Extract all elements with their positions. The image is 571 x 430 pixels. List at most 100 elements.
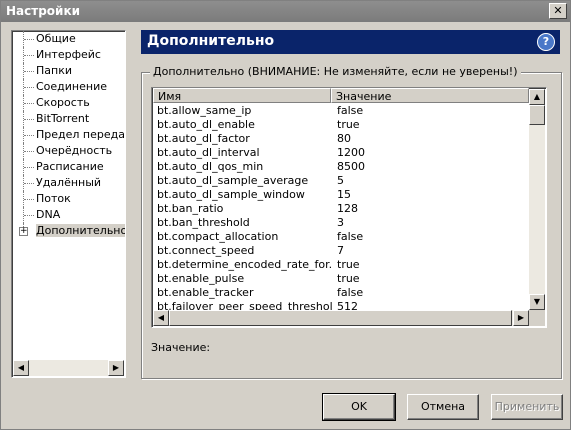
table-row[interactable]: bt.auto_dl_qos_min 8500 bbox=[154, 160, 528, 174]
expand-icon[interactable]: + bbox=[19, 227, 28, 236]
sidebar-item-label: Интерфейс bbox=[36, 48, 101, 61]
setting-name: bt.auto_dl_factor bbox=[157, 132, 250, 145]
setting-value: 7 bbox=[337, 244, 344, 257]
scroll-left-icon[interactable]: ◀ bbox=[13, 360, 29, 376]
setting-name: bt.auto_dl_qos_min bbox=[157, 160, 264, 173]
sidebar-item[interactable]: + Дополнительно bbox=[12, 223, 125, 239]
scroll-right-icon[interactable]: ▶ bbox=[108, 360, 124, 376]
sidebar-item-label: Очерёдность bbox=[36, 144, 113, 157]
setting-value: 1200 bbox=[337, 146, 365, 159]
tree-items: Общие Интерфейс Папки Соединение Скорость Bit… bbox=[12, 31, 125, 359]
scroll-up-icon[interactable]: ▲ bbox=[529, 89, 545, 105]
sidebar-item[interactable]: Поток bbox=[12, 191, 125, 207]
tree-connector bbox=[24, 55, 34, 56]
setting-value: true bbox=[337, 258, 360, 271]
setting-name: bt.auto_dl_sample_average bbox=[157, 174, 309, 187]
column-header-value[interactable]: Значение bbox=[331, 88, 529, 103]
window-title: Настройки bbox=[6, 4, 81, 18]
tree-connector bbox=[24, 39, 34, 40]
sidebar-item[interactable]: BitTorrent bbox=[12, 111, 125, 127]
tree-connector bbox=[24, 87, 34, 88]
setting-name: bt.auto_dl_enable bbox=[157, 118, 255, 131]
table-row[interactable]: bt.auto_dl_interval 1200 bbox=[154, 146, 528, 160]
setting-name: bt.connect_speed bbox=[157, 244, 255, 257]
setting-value: true bbox=[337, 118, 360, 131]
setting-name: bt.ban_threshold bbox=[157, 216, 250, 229]
scroll-left-icon[interactable]: ◀ bbox=[153, 310, 169, 326]
table-horizontal-scrollbar[interactable]: ◀ ▶ bbox=[153, 310, 529, 326]
tree-connector bbox=[24, 119, 34, 120]
category-tree[interactable]: Общие Интерфейс Папки Соединение Скорость Bit… bbox=[11, 30, 126, 378]
page-header: Дополнительно ? bbox=[141, 30, 560, 54]
setting-name: bt.enable_pulse bbox=[157, 272, 245, 285]
tree-connector bbox=[24, 199, 34, 200]
tree-connector bbox=[24, 183, 34, 184]
setting-name: bt.auto_dl_interval bbox=[157, 146, 260, 159]
tree-connector bbox=[24, 167, 34, 168]
table-row[interactable]: bt.determine_encoded_rate_for... true bbox=[154, 258, 528, 272]
cancel-button[interactable]: Отмена bbox=[407, 394, 479, 420]
tree-connector bbox=[24, 135, 34, 136]
table-row[interactable]: bt.enable_pulse true bbox=[154, 272, 528, 286]
sidebar-item[interactable]: DNA bbox=[12, 207, 125, 223]
sidebar-item-label: Удалённый bbox=[36, 176, 102, 189]
tree-horizontal-scrollbar[interactable]: ◀ ▶ bbox=[13, 360, 124, 376]
table-row[interactable]: bt.auto_dl_factor 80 bbox=[154, 132, 528, 146]
tree-connector bbox=[24, 103, 34, 104]
scroll-right-icon[interactable]: ▶ bbox=[513, 310, 529, 326]
setting-value: 80 bbox=[337, 132, 351, 145]
sidebar-item-label: Папки bbox=[36, 64, 72, 77]
sidebar-item-label: Общие bbox=[36, 32, 76, 45]
scroll-down-icon[interactable]: ▼ bbox=[529, 294, 545, 310]
setting-name: bt.ban_ratio bbox=[157, 202, 224, 215]
apply-button[interactable]: Применить bbox=[491, 394, 563, 420]
group-title: Дополнительно (ВНИМАНИЕ: Не изменяйте, е… bbox=[150, 65, 521, 78]
table-row[interactable]: bt.auto_dl_sample_window 15 bbox=[154, 188, 528, 202]
title-bar: Настройки ✕ bbox=[1, 1, 570, 22]
table-row[interactable]: bt.auto_dl_enable true bbox=[154, 118, 528, 132]
page-title: Дополнительно bbox=[147, 33, 275, 49]
ok-button[interactable]: OK bbox=[322, 393, 396, 421]
table-row[interactable]: bt.compact_allocation false bbox=[154, 230, 528, 244]
table-row[interactable]: bt.ban_ratio 128 bbox=[154, 202, 528, 216]
sidebar-item[interactable]: Соединение bbox=[12, 79, 125, 95]
sidebar-item[interactable]: Предел передачи bbox=[12, 127, 125, 143]
table-row[interactable]: bt.auto_dl_sample_average 5 bbox=[154, 174, 528, 188]
tree-connector bbox=[24, 215, 34, 216]
sidebar-item-label: BitTorrent bbox=[36, 112, 90, 125]
setting-value: 8500 bbox=[337, 160, 365, 173]
sidebar-item[interactable]: Удалённый bbox=[12, 175, 125, 191]
help-icon[interactable]: ? bbox=[537, 33, 555, 51]
table-row[interactable]: bt.enable_tracker false bbox=[154, 286, 528, 300]
sidebar-item[interactable]: Папки bbox=[12, 63, 125, 79]
setting-value: 15 bbox=[337, 188, 351, 201]
close-icon[interactable]: ✕ bbox=[549, 3, 567, 19]
table-row[interactable]: bt.connect_speed 7 bbox=[154, 244, 528, 258]
table-row[interactable]: bt.allow_same_ip false bbox=[154, 104, 528, 118]
vertical-scroll-thumb[interactable] bbox=[529, 105, 545, 125]
table-row[interactable]: bt.ban_threshold 3 bbox=[154, 216, 528, 230]
sidebar-item[interactable]: Расписание bbox=[12, 159, 125, 175]
sidebar-item-label: Скорость bbox=[36, 96, 90, 109]
sidebar-item[interactable]: Интерфейс bbox=[12, 47, 125, 63]
sidebar-item[interactable]: Очерёдность bbox=[12, 143, 125, 159]
sidebar-item[interactable]: Общие bbox=[12, 31, 125, 47]
setting-name: bt.allow_same_ip bbox=[157, 104, 252, 117]
setting-name: bt.determine_encoded_rate_for... bbox=[157, 258, 332, 271]
table-vertical-scrollbar[interactable]: ▲ ▼ bbox=[529, 89, 545, 310]
setting-value: 5 bbox=[337, 174, 344, 187]
sidebar-item-label: Соединение bbox=[36, 80, 108, 93]
sidebar-item-label: Расписание bbox=[36, 160, 104, 173]
setting-value: false bbox=[337, 230, 364, 243]
sidebar-item[interactable]: Скорость bbox=[12, 95, 125, 111]
setting-value: false bbox=[337, 286, 364, 299]
sidebar-item-label: Дополнительно bbox=[36, 224, 125, 237]
settings-table[interactable]: Имя Значение bt.allow_same_ip false bt.aut… bbox=[151, 87, 547, 328]
sidebar-item-label: Поток bbox=[36, 192, 71, 205]
setting-value: 128 bbox=[337, 202, 358, 215]
column-header-name[interactable]: Имя bbox=[153, 88, 331, 103]
horizontal-scroll-thumb[interactable] bbox=[169, 310, 512, 326]
setting-name: bt.enable_tracker bbox=[157, 286, 254, 299]
sidebar-item-label: Предел передачи bbox=[36, 128, 125, 141]
tree-connector bbox=[24, 71, 34, 72]
